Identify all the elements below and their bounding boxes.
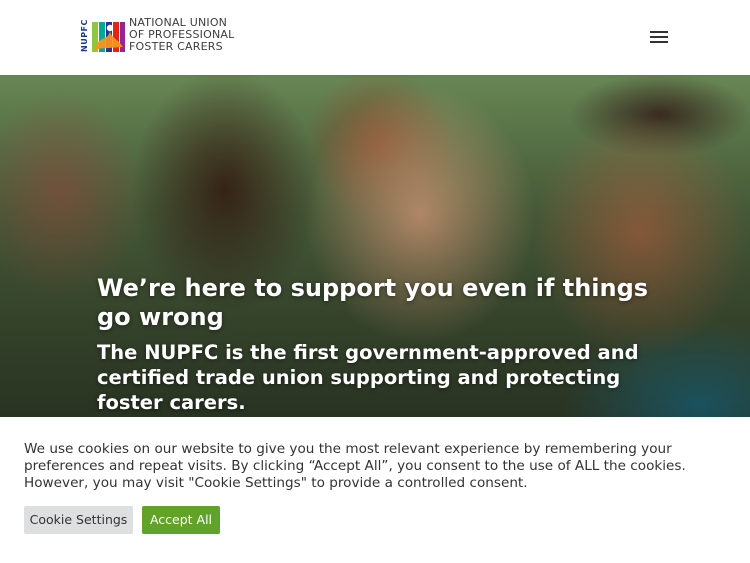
hero-heading: We’re here to support you even if things… bbox=[97, 274, 649, 331]
logo-abbreviation: NUPFC bbox=[80, 19, 89, 53]
nupfc-logo[interactable]: NUPFC NATIONAL UNION OF PROFESSIONAL FOS… bbox=[80, 17, 255, 57]
hero-subheading: The NUPFC is the first government-approv… bbox=[97, 341, 639, 414]
site-header: NUPFC NATIONAL UNION OF PROFESSIONAL FOS… bbox=[0, 0, 750, 75]
cookie-settings-button[interactable]: Cookie Settings bbox=[24, 506, 133, 534]
logo-wordmark: NATIONAL UNION OF PROFESSIONAL FOSTER CA… bbox=[129, 17, 259, 53]
hero-text: We’re here to support you even if things… bbox=[97, 274, 657, 415]
cookie-banner: We use cookies on our website to give yo… bbox=[0, 417, 750, 563]
hamburger-menu-icon[interactable] bbox=[648, 28, 670, 46]
hero-section: We’re here to support you even if things… bbox=[0, 75, 750, 417]
accept-all-button[interactable]: Accept All bbox=[142, 506, 220, 534]
logo-line-3: FOSTER CARERS bbox=[129, 40, 223, 53]
cookie-message: We use cookies on our website to give yo… bbox=[24, 441, 686, 491]
logo-mark-icon bbox=[92, 22, 125, 52]
